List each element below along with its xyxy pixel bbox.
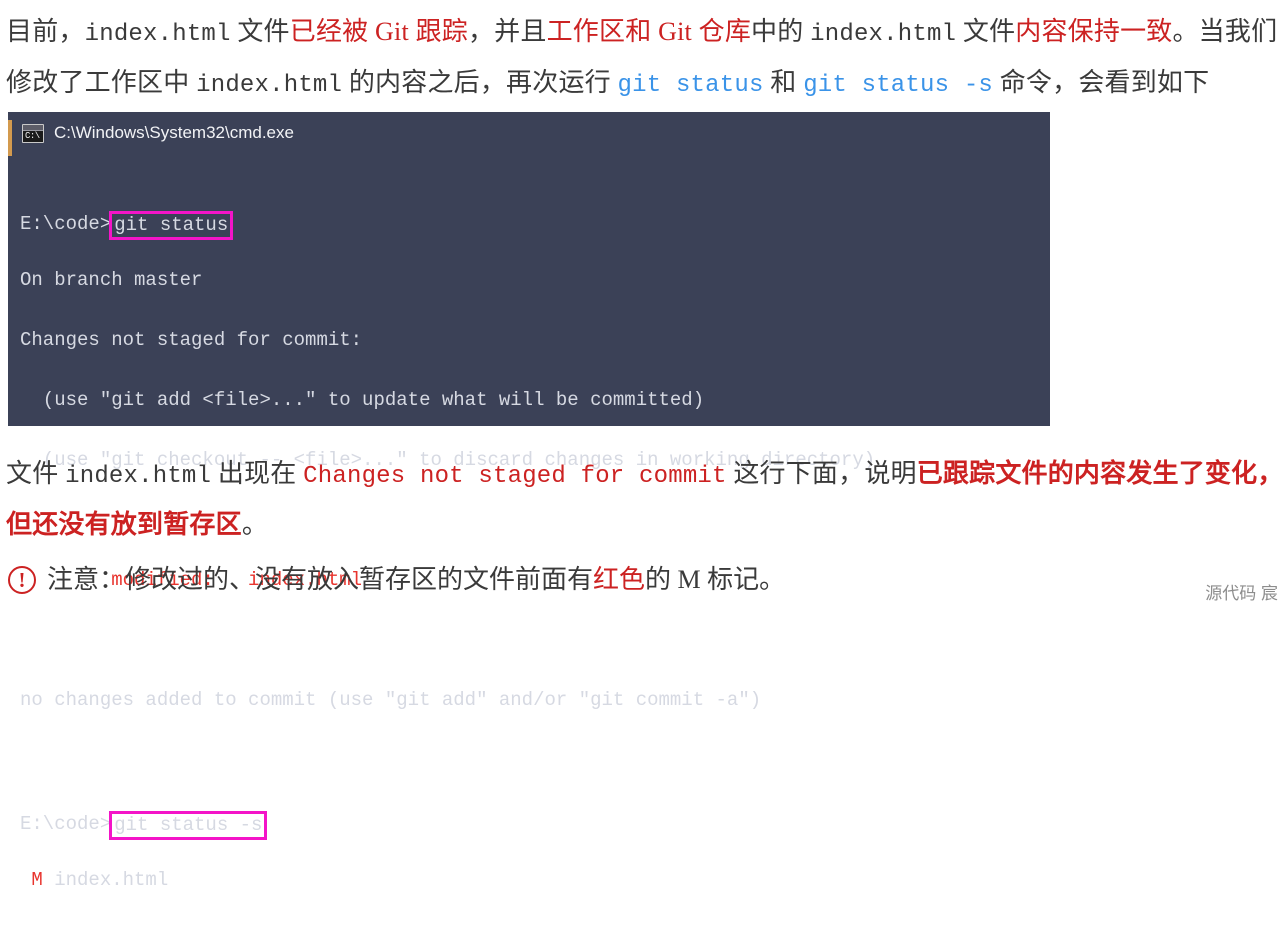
terminal-line-no-changes: no changes added to commit (use "git add… — [20, 689, 762, 711]
note-highlight-red: 红色 — [593, 565, 646, 594]
exclamation-circle-icon: ! — [8, 566, 36, 594]
intro-highlight-consistent: 内容保持一致 — [1015, 17, 1173, 46]
terminal-prompt-1: E:\code> — [20, 213, 112, 235]
note-callout: ! 注意：修改过的、没有放入暂存区的文件前面有红色的 M 标记。 — [8, 565, 785, 595]
intro-text-3: ，并且 — [467, 17, 547, 46]
intro-highlight-tracked: 已经被 Git 跟踪 — [289, 17, 468, 46]
intro-text-1: 目前， — [6, 17, 85, 46]
terminal-output[interactable]: E:\code> git status On branch master Chan… — [20, 170, 1044, 930]
note-text: 注意：修改过的、没有放入暂存区的文件前面有红色的 M 标记。 — [47, 565, 785, 595]
intro-text-9: 命令，会看到如下 — [993, 68, 1210, 97]
intro-highlight-workspace-repo: 工作区和 Git 仓库 — [546, 17, 752, 46]
terminal-blank-2 — [20, 630, 1044, 650]
intro-text-8: 和 — [763, 68, 804, 97]
explain-text-3: 这行下面，说明 — [726, 459, 917, 488]
intro-text-4: 中的 — [751, 17, 811, 46]
terminal-line-branch: On branch master — [20, 269, 203, 291]
cmd-icon-glyph: C:\ — [25, 130, 40, 141]
terminal-titlebar[interactable]: C:\ C:\Windows\System32\cmd.exe — [8, 112, 1050, 154]
intro-code-git-status: git status — [617, 72, 764, 99]
terminal-line-changes-header: Changes not staged for commit: — [20, 329, 363, 351]
intro-text-5: 文件 — [956, 17, 1016, 46]
explain-text-1: 文件 — [6, 459, 66, 488]
explain-code-changes-not-staged: Changes not staged for commit — [303, 463, 727, 490]
cmd-terminal-window[interactable]: C:\ C:\Windows\System32\cmd.exe E:\code>… — [8, 112, 1050, 890]
highlight-box-git-status: git status — [109, 211, 234, 240]
terminal-line-command-2: E:\code> git status -s — [20, 810, 1044, 840]
terminal-prompt-2: E:\code> — [20, 813, 112, 835]
watermark: 源代码 宸 — [1205, 584, 1278, 603]
explanation-paragraph: 文件 index.html 出现在 Changes not staged for… — [6, 450, 1284, 549]
intro-code-index-html-3: index.html — [196, 72, 343, 99]
explain-code-index-html: index.html — [65, 463, 212, 490]
intro-code-git-status-s: git status -s — [803, 72, 994, 99]
terminal-line-status-short: M index.html — [20, 870, 1044, 890]
terminal-title: C:\Windows\System32\cmd.exe — [54, 123, 294, 142]
status-marker-modified: M — [20, 869, 43, 891]
intro-code-index-html-1: index.html — [84, 21, 231, 48]
explain-text-4: 。 — [241, 510, 269, 539]
explain-text-2: 出现在 — [211, 459, 304, 488]
note-text-1: 注意：修改过的、没有放入暂存区的文件前面有 — [47, 565, 594, 594]
intro-paragraph: 目前，index.html 文件已经被 Git 跟踪，并且工作区和 Git 仓库… — [6, 8, 1284, 110]
note-text-2: 的 M 标记。 — [645, 565, 786, 594]
status-filename: index.html — [42, 869, 169, 891]
terminal-blank-3 — [20, 750, 1044, 770]
intro-code-index-html-2: index.html — [810, 21, 957, 48]
cmd-exe-icon: C:\ — [22, 123, 44, 143]
terminal-line-command-1: E:\code> git status — [20, 210, 1044, 240]
intro-text-7: 的内容之后，再次运行 — [342, 68, 618, 97]
terminal-line-hint-add: (use "git add <file>..." to update what … — [20, 389, 705, 411]
highlight-box-git-status-s: git status -s — [109, 811, 268, 840]
intro-text-2: 文件 — [230, 17, 290, 46]
